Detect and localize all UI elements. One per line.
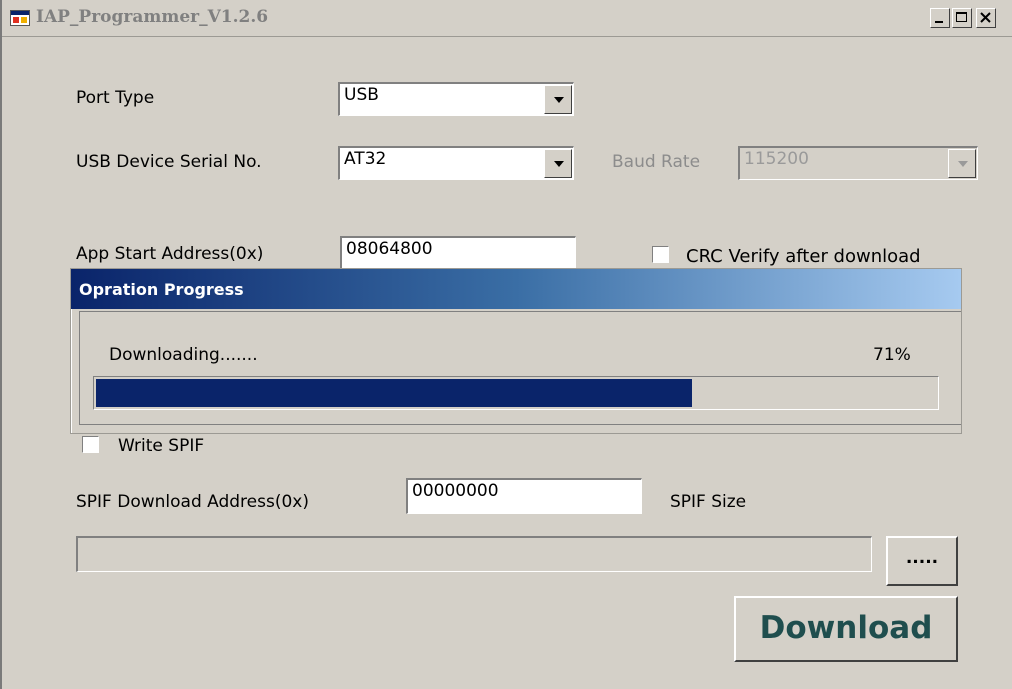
usb-serial-dropdown-button[interactable]: [544, 149, 572, 178]
close-icon: [980, 12, 991, 23]
app-start-address-value: 08064800: [346, 239, 433, 259]
window-title: IAP_Programmer_V1.2.6: [36, 7, 269, 27]
dialog-title-bar: Opration Progress: [71, 269, 961, 309]
write-spif-label: Write SPIF: [118, 436, 205, 456]
baud-rate-select[interactable]: 115200: [738, 146, 978, 180]
main-window: IAP_Programmer_V1.2.6 Port Type USB USB …: [0, 0, 1012, 689]
progress-status-text: Downloading.......: [109, 345, 258, 365]
spif-download-address-input[interactable]: 00000000: [406, 478, 642, 514]
port-type-value: USB: [344, 85, 379, 105]
usb-serial-label: USB Device Serial No.: [76, 152, 262, 172]
app-start-address-input[interactable]: 08064800: [340, 236, 576, 270]
chevron-down-icon: [554, 161, 564, 167]
maximize-button[interactable]: [952, 8, 972, 28]
spif-download-address-value: 00000000: [412, 481, 499, 501]
port-type-select[interactable]: USB: [338, 82, 574, 116]
baud-rate-value: 115200: [744, 149, 809, 169]
app-start-address-label: App Start Address(0x): [76, 244, 264, 264]
minimize-icon: [935, 21, 943, 23]
crc-verify-checkbox[interactable]: [652, 246, 669, 263]
minimize-button[interactable]: [930, 8, 950, 28]
title-bar: IAP_Programmer_V1.2.6: [2, 0, 1012, 37]
write-spif-checkbox[interactable]: [82, 436, 99, 453]
progress-percent-text: 71%: [873, 345, 911, 365]
progress-bar: [93, 376, 939, 410]
close-button[interactable]: [976, 8, 996, 28]
baud-rate-dropdown-button[interactable]: [948, 149, 976, 178]
spif-size-label: SPIF Size: [670, 492, 747, 512]
dialog-title: Opration Progress: [79, 280, 244, 299]
spif-file-path-input[interactable]: [76, 536, 872, 572]
usb-serial-value: AT32: [344, 149, 387, 169]
maximize-icon: [956, 12, 967, 22]
operation-progress-dialog: Opration Progress Downloading....... 71%: [70, 268, 962, 434]
browse-button[interactable]: .....: [886, 536, 958, 586]
spif-download-address-label: SPIF Download Address(0x): [76, 492, 309, 512]
usb-serial-select[interactable]: AT32: [338, 146, 574, 180]
browse-button-label: .....: [905, 548, 939, 568]
crc-verify-label: CRC Verify after download: [686, 246, 921, 267]
port-type-label: Port Type: [76, 88, 155, 108]
chevron-down-icon: [554, 97, 564, 103]
download-button[interactable]: Download: [734, 596, 958, 662]
progress-bar-fill: [96, 379, 692, 407]
chevron-down-icon: [958, 161, 968, 167]
baud-rate-label: Baud Rate: [612, 152, 701, 172]
download-button-label: Download: [759, 610, 933, 646]
port-type-dropdown-button[interactable]: [544, 85, 572, 114]
app-window-icon[interactable]: [10, 10, 30, 26]
